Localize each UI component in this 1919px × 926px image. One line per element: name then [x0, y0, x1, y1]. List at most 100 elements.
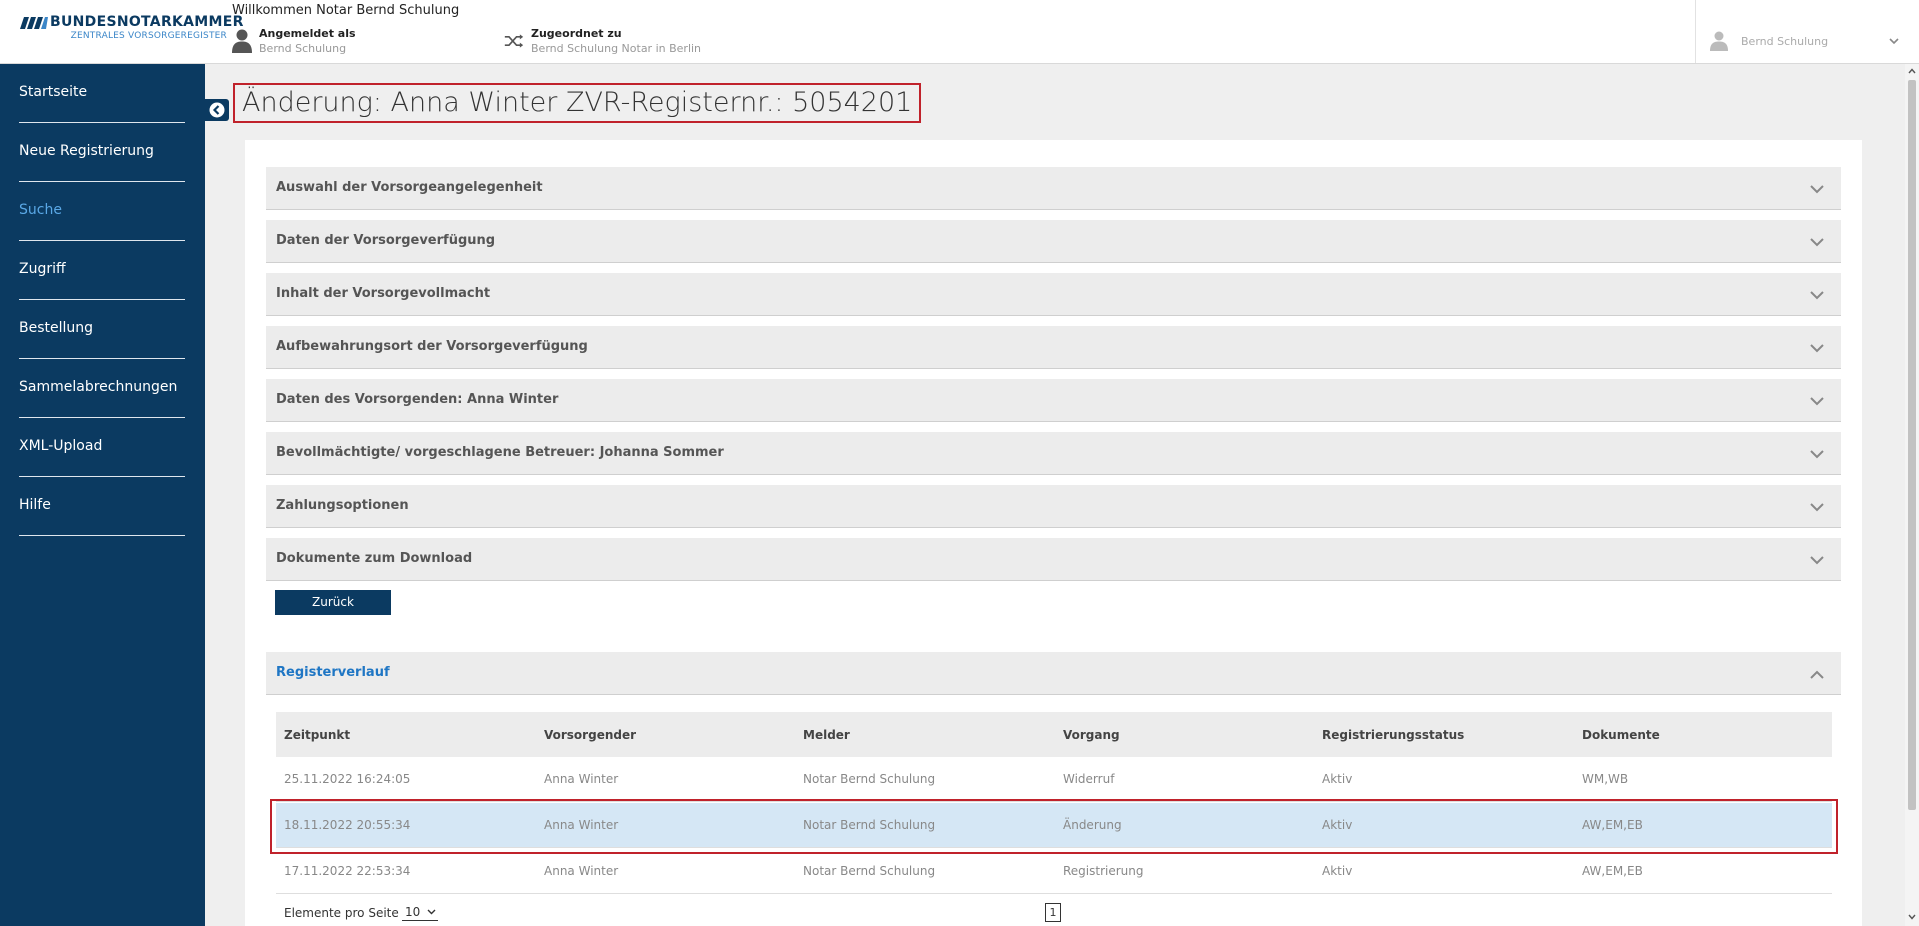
sidebar-item-label: Neue Registrierung [19, 143, 154, 159]
section-title: Daten des Vorsorgenden: Anna Winter [276, 392, 559, 407]
column-header[interactable]: Dokumente [1582, 728, 1660, 742]
sidebar-item-sammelabrechnungen[interactable]: Sammelabrechnungen [19, 359, 185, 418]
chevron-down-icon [1889, 38, 1899, 45]
sidebar: Startseite Neue Registrierung Suche Zugr… [0, 64, 205, 926]
page-number-button[interactable]: 1 [1045, 903, 1061, 922]
section-zahlungsoptionen[interactable]: Zahlungsoptionen [266, 485, 1841, 528]
cell-melder: Notar Bernd Schulung [803, 818, 936, 832]
section-daten-verfuegung[interactable]: Daten der Vorsorgeverfügung [266, 220, 1841, 263]
chevron-down-icon [1810, 503, 1824, 512]
section-title: Aufbewahrungsort der Vorsorgeverfügung [276, 339, 588, 354]
welcome-text: Willkommen Notar Bernd Schulung [232, 3, 460, 18]
sidebar-item-label: Sammelabrechnungen [19, 379, 178, 395]
section-dokumente-download[interactable]: Dokumente zum Download [266, 538, 1841, 581]
sidebar-item-neue-registrierung[interactable]: Neue Registrierung [19, 123, 185, 182]
section-vorsorgender[interactable]: Daten des Vorsorgenden: Anna Winter [266, 379, 1841, 422]
per-page-select[interactable]: 10 [402, 903, 438, 921]
table-row[interactable]: 25.11.2022 16:24:05 Anna Winter Notar Be… [276, 757, 1832, 802]
cell-melder: Notar Bernd Schulung [803, 772, 936, 786]
logged-in-value: Bernd Schulung [259, 42, 347, 55]
chevron-down-icon [1810, 450, 1824, 459]
cell-status: Aktiv [1322, 864, 1353, 878]
table-row-selected[interactable]: 18.11.2022 20:55:34 Anna Winter Notar Be… [276, 803, 1832, 848]
cell-dokumente[interactable]: AW,EM,EB [1582, 818, 1643, 832]
section-registerverlauf[interactable]: Registerverlauf [266, 652, 1841, 695]
section-title: Bevollmächtigte/ vorgeschlagene Betreuer… [276, 445, 724, 460]
sidebar-item-label: Startseite [19, 84, 88, 100]
user-avatar-icon [1710, 31, 1728, 51]
cell-vorgang: Änderung [1063, 818, 1122, 832]
cell-zeitpunkt: 25.11.2022 16:24:05 [284, 772, 411, 786]
scroll-down-arrow-icon[interactable] [1908, 914, 1916, 920]
column-header[interactable]: Vorsorgender [544, 728, 636, 742]
section-title: Daten der Vorsorgeverfügung [276, 233, 496, 248]
history-table-header: Zeitpunkt Vorsorgender Melder Vorgang Re… [276, 712, 1832, 757]
sidebar-item-label: Bestellung [19, 320, 94, 336]
scroll-up-arrow-icon[interactable] [1908, 68, 1916, 74]
section-title: Registerverlauf [276, 665, 390, 680]
user-menu[interactable]: Bernd Schulung [1695, 0, 1919, 63]
cell-melder: Notar Bernd Schulung [803, 864, 936, 878]
cell-vorgang: Widerruf [1063, 772, 1115, 786]
section-title: Dokumente zum Download [276, 551, 473, 566]
cell-status: Aktiv [1322, 818, 1353, 832]
sidebar-item-label: Zugriff [19, 261, 66, 277]
chevron-down-icon [1810, 397, 1824, 406]
assigned-label: Zugeordnet zu [531, 27, 622, 40]
cell-dokumente[interactable]: AW,EM,EB [1582, 864, 1643, 878]
per-page-label: Elemente pro Seite [284, 906, 399, 920]
section-auswahl[interactable]: Auswahl der Vorsorgeangelegenheit [266, 167, 1841, 210]
cell-status: Aktiv [1322, 772, 1353, 786]
sidebar-item-hilfe[interactable]: Hilfe [19, 477, 185, 536]
chevron-left-circle-icon [209, 102, 225, 118]
chevron-down-icon [427, 909, 436, 915]
chevron-down-icon [1810, 238, 1824, 247]
section-title: Auswahl der Vorsorgeangelegenheit [276, 180, 543, 195]
cell-vorsorgender: Anna Winter [544, 864, 619, 878]
sidebar-item-suche[interactable]: Suche [19, 182, 185, 241]
logo-stripes-icon [20, 17, 48, 29]
column-header[interactable]: Zeitpunkt [284, 728, 350, 742]
logo: BUNDESNOTARKAMMER ZENTRALES VORSORGEREGI… [20, 14, 243, 54]
scrollbar-thumb[interactable] [1908, 80, 1916, 810]
logo-title: BUNDESNOTARKAMMER [50, 14, 244, 30]
sidebar-item-label: Suche [19, 202, 62, 218]
section-title: Zahlungsoptionen [276, 498, 409, 513]
cell-vorsorgender: Anna Winter [544, 772, 619, 786]
column-header[interactable]: Vorgang [1063, 728, 1120, 742]
cell-zeitpunkt: 18.11.2022 20:55:34 [284, 818, 411, 832]
cell-zeitpunkt: 17.11.2022 22:53:34 [284, 864, 411, 878]
chevron-down-icon [1810, 344, 1824, 353]
shuffle-icon [504, 34, 524, 48]
chevron-down-icon [1810, 185, 1824, 194]
cell-vorsorgender: Anna Winter [544, 818, 619, 832]
section-inhalt-vollmacht[interactable]: Inhalt der Vorsorgevollmacht [266, 273, 1841, 316]
chevron-down-icon [1810, 291, 1824, 300]
user-name: Bernd Schulung [1741, 35, 1829, 48]
per-page-value: 10 [405, 905, 421, 919]
column-header[interactable]: Registrierungsstatus [1322, 728, 1464, 742]
logged-in-label: Angemeldet als [259, 27, 356, 40]
assigned-value: Bernd Schulung Notar in Berlin [531, 42, 702, 55]
chevron-up-icon [1810, 670, 1824, 679]
top-header: BUNDESNOTARKAMMER ZENTRALES VORSORGEREGI… [0, 0, 1919, 64]
sidebar-item-label: XML-Upload [19, 438, 103, 454]
sidebar-item-label: Hilfe [19, 497, 51, 513]
sidebar-item-startseite[interactable]: Startseite [19, 64, 185, 123]
back-button[interactable]: Zurück [275, 590, 391, 615]
scrollbar[interactable] [1905, 64, 1919, 926]
section-aufbewahrungsort[interactable]: Aufbewahrungsort der Vorsorgeverfügung [266, 326, 1841, 369]
sidebar-collapse-button[interactable] [205, 99, 229, 121]
section-title: Inhalt der Vorsorgevollmacht [276, 286, 491, 301]
logo-subtitle: ZENTRALES VORSORGEREGISTER [70, 31, 227, 41]
section-bevollmaechtigte[interactable]: Bevollmächtigte/ vorgeschlagene Betreuer… [266, 432, 1841, 475]
chevron-down-icon [1810, 556, 1824, 565]
cell-dokumente[interactable]: WM,WB [1582, 772, 1628, 786]
table-row[interactable]: 17.11.2022 22:53:34 Anna Winter Notar Be… [276, 849, 1832, 894]
sidebar-item-xml-upload[interactable]: XML-Upload [19, 418, 185, 477]
page-title: Änderung: Anna Winter ZVR-Registernr.: 5… [233, 83, 922, 123]
cell-vorgang: Registrierung [1063, 864, 1144, 878]
sidebar-item-zugriff[interactable]: Zugriff [19, 241, 185, 300]
column-header[interactable]: Melder [803, 728, 850, 742]
sidebar-item-bestellung[interactable]: Bestellung [19, 300, 185, 359]
